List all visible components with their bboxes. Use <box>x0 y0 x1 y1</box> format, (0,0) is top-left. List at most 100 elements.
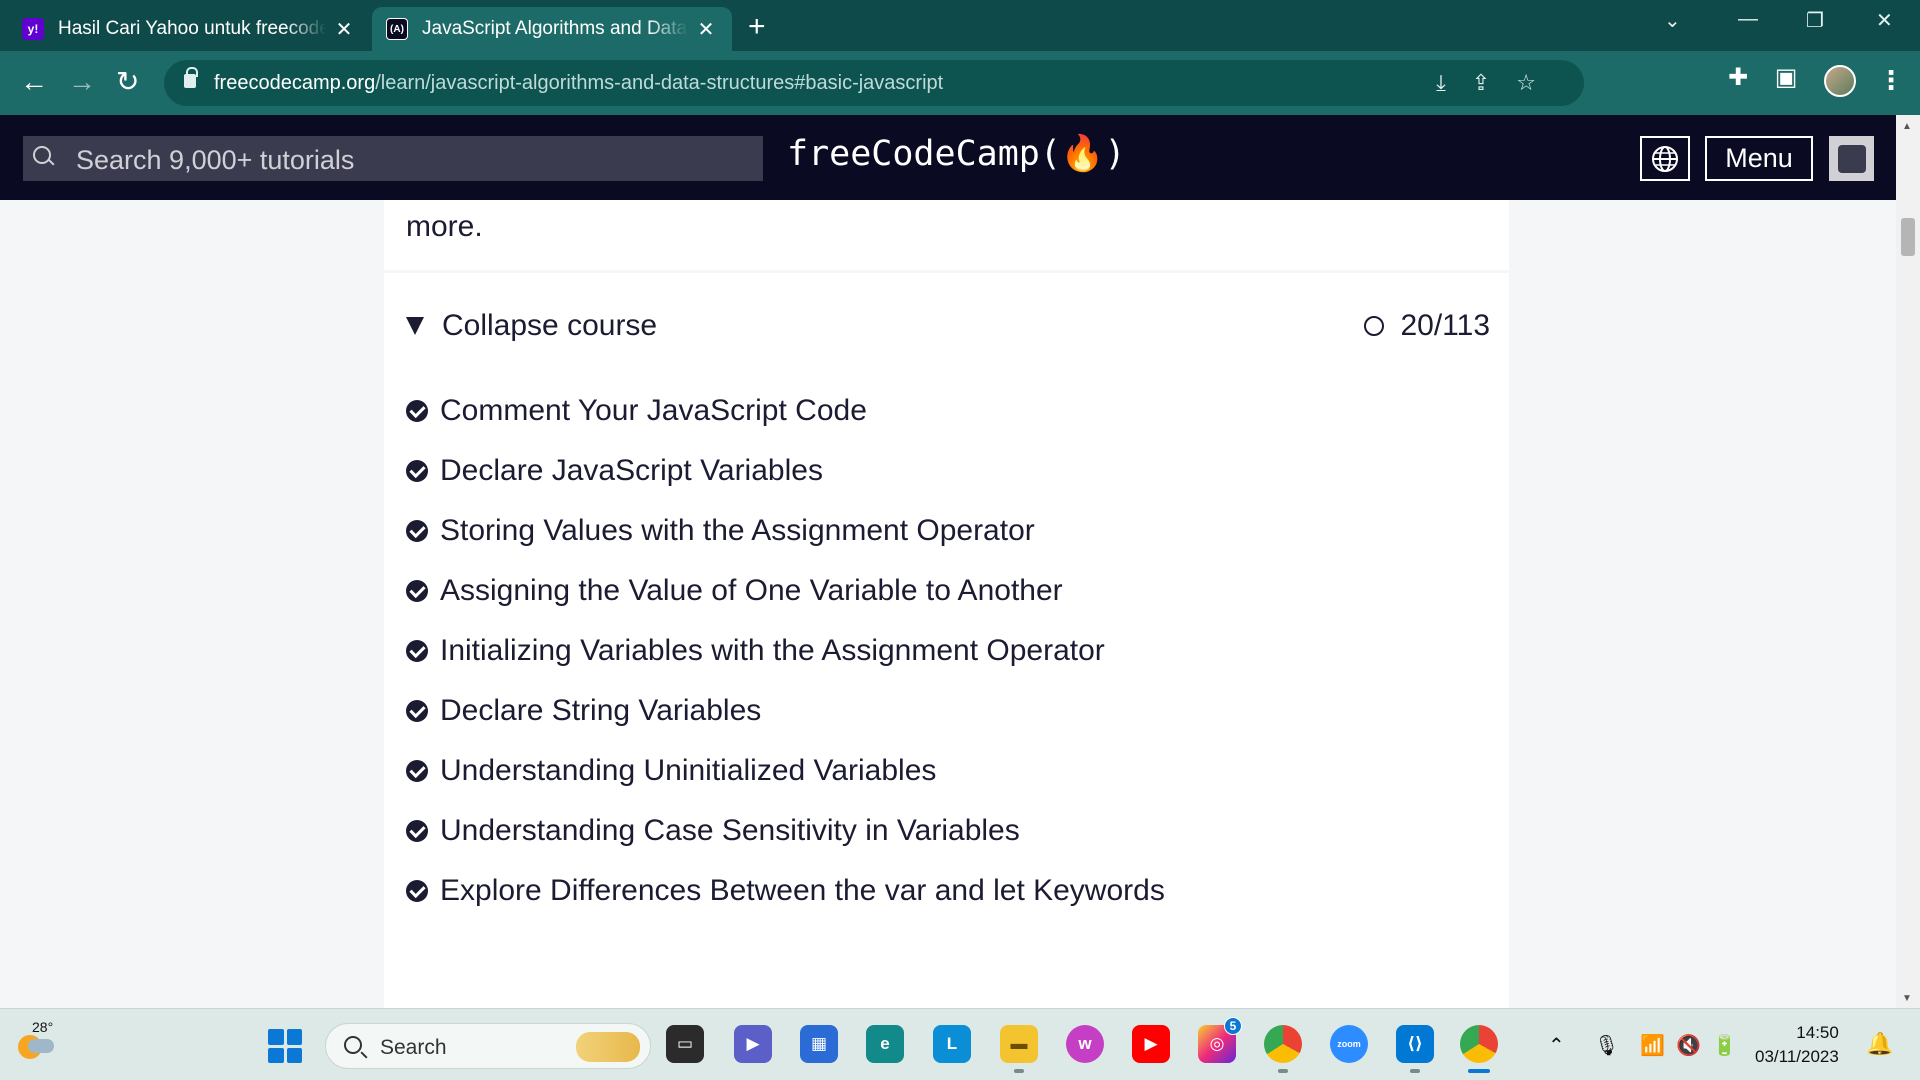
avatar-image <box>1837 144 1866 173</box>
l-app-icon[interactable]: L <box>933 1025 971 1063</box>
scroll-up-arrow-icon[interactable]: ▲ <box>1902 121 1912 132</box>
lesson-item[interactable]: Understanding Case Sensitivity in Variab… <box>406 811 1020 851</box>
teams-chat-icon[interactable]: ▶ <box>734 1025 772 1063</box>
lesson-item[interactable]: Assigning the Value of One Variable to A… <box>406 571 1063 611</box>
lesson-item[interactable]: Declare String Variables <box>406 691 761 731</box>
lesson-item[interactable]: Declare JavaScript Variables <box>406 451 823 491</box>
check-circle-icon <box>406 400 428 422</box>
check-circle-icon <box>406 880 428 902</box>
zoom-icon[interactable]: zoom <box>1330 1025 1368 1063</box>
search-placeholder: Search 9,000+ tutorials <box>76 145 355 175</box>
page-content: more. Collapse course 20/113 Comment You… <box>0 200 1896 1008</box>
scroll-down-arrow-icon[interactable]: ▼ <box>1902 993 1912 1004</box>
lesson-title: Understanding Uninitialized Variables <box>440 754 937 787</box>
lesson-item[interactable]: Initializing Variables with the Assignme… <box>406 631 1105 671</box>
chrome-profile-icon[interactable] <box>1264 1025 1302 1063</box>
site-logo[interactable]: freeCodeCamp(🔥) <box>787 133 1126 174</box>
minimize-button[interactable]: — <box>1738 8 1758 31</box>
collapse-course-label: Collapse course <box>442 309 658 342</box>
close-tab-icon[interactable]: ✕ <box>694 17 718 42</box>
collapse-label-group: Collapse course <box>406 309 657 343</box>
extensions-puzzle-icon[interactable]: ✚ <box>1728 64 1748 91</box>
check-circle-icon <box>406 760 428 782</box>
reload-icon[interactable]: ↻ <box>116 65 139 99</box>
language-button[interactable] <box>1640 136 1690 181</box>
app-running-indicator <box>1278 1069 1288 1073</box>
collapse-course-toggle[interactable]: Collapse course 20/113 <box>406 306 1490 346</box>
lock-icon[interactable] <box>184 67 198 88</box>
youtube-icon[interactable]: ▶ <box>1132 1025 1170 1063</box>
forward-arrow-icon[interactable]: → <box>68 65 96 99</box>
windows-start-icon[interactable] <box>268 1029 302 1063</box>
menu-button[interactable]: Menu <box>1705 136 1813 181</box>
instagram-icon[interactable]: ◎ 5 <box>1198 1017 1242 1063</box>
lesson-title: Declare JavaScript Variables <box>440 454 823 487</box>
check-circle-icon <box>406 700 428 722</box>
share-icon[interactable]: ⇪ <box>1472 70 1516 95</box>
profile-avatar[interactable] <box>1824 65 1856 97</box>
extensions-icons: ✚ ▣ <box>1728 63 1797 92</box>
freecodecamp-icon: (A) <box>386 18 408 40</box>
page-scrollbar[interactable]: ▲ ▼ <box>1896 115 1920 1008</box>
task-view-icon[interactable]: ▭ <box>666 1025 704 1063</box>
clock-time: 14:50 <box>1796 1023 1839 1042</box>
speaker-muted-icon[interactable]: 🔇 <box>1676 1033 1701 1058</box>
restore-button[interactable]: ❐ <box>1806 8 1824 33</box>
omnibox-actions: ⤓⇪☆ <box>1436 70 1562 96</box>
lesson-item[interactable]: Comment Your JavaScript Code <box>406 391 867 431</box>
back-arrow-icon[interactable]: ← <box>20 65 48 99</box>
temperature: 28° <box>32 1019 54 1035</box>
microsoft-store-icon[interactable]: ▦ <box>800 1025 838 1063</box>
lesson-item[interactable]: Understanding Uninitialized Variables <box>406 751 936 791</box>
bookmark-star-icon[interactable]: ☆ <box>1516 70 1562 95</box>
notification-bell-icon[interactable]: 🔔 <box>1866 1031 1893 1057</box>
cloud-icon <box>28 1039 54 1053</box>
install-app-icon[interactable]: ⤓ <box>1436 70 1472 95</box>
new-tab-button[interactable]: + <box>748 10 766 44</box>
taskbar-search-label: Search <box>380 1036 447 1059</box>
wifi-icon[interactable]: 📶 <box>1640 1033 1665 1058</box>
tab-freecodecamp[interactable]: (A) JavaScript Algorithms and Data Struc… <box>372 7 732 51</box>
show-hidden-icons-chevron-icon[interactable]: ⌃ <box>1548 1033 1565 1058</box>
vscode-icon[interactable]: ⟨⟩ <box>1396 1025 1434 1063</box>
wps-office-icon[interactable]: w <box>1066 1025 1104 1063</box>
tab-title: Hasil Cari Yahoo untuk freecodecamp <box>58 18 326 39</box>
course-intro-card: more. <box>384 200 1509 270</box>
check-circle-icon <box>406 820 428 842</box>
search-input[interactable]: Search 9,000+ tutorials <box>23 136 763 181</box>
browser-tab-strip: y! Hasil Cari Yahoo untuk freecodecamp ✕… <box>0 0 1920 51</box>
microphone-icon[interactable]: 🎙 <box>1594 1033 1619 1058</box>
lesson-item[interactable]: Explore Differences Between the var and … <box>406 871 1165 911</box>
close-window-button[interactable]: ✕ <box>1876 8 1893 33</box>
file-explorer-icon[interactable]: ▬ <box>1000 1025 1038 1063</box>
app-active-indicator <box>1468 1069 1490 1073</box>
check-circle-icon <box>406 580 428 602</box>
scrollbar-thumb[interactable] <box>1901 218 1915 256</box>
lesson-title: Initializing Variables with the Assignme… <box>440 634 1105 667</box>
tab-search-chevron-icon[interactable]: ⌄ <box>1664 8 1681 33</box>
edge-icon[interactable]: e <box>866 1025 904 1063</box>
lesson-title: Understanding Case Sensitivity in Variab… <box>440 814 1020 847</box>
progress-count: 20/113 <box>1400 309 1490 342</box>
lesson-title: Comment Your JavaScript Code <box>440 394 867 427</box>
site-navbar: Search 9,000+ tutorials freeCodeCamp(🔥) … <box>0 115 1896 200</box>
lesson-title: Declare String Variables <box>440 694 762 727</box>
user-avatar[interactable] <box>1829 136 1874 181</box>
chrome-active-icon[interactable] <box>1460 1025 1498 1063</box>
url-text[interactable]: freecodecamp.org/learn/javascript-algori… <box>214 72 943 95</box>
tab-title: JavaScript Algorithms and Data Structure… <box>422 18 688 39</box>
search-icon <box>344 1036 362 1054</box>
address-bar[interactable]: freecodecamp.org/learn/javascript-algori… <box>164 60 1584 106</box>
taskbar-clock[interactable]: 14:50 03/11/2023 <box>1755 1021 1839 1069</box>
close-tab-icon[interactable]: ✕ <box>332 17 356 42</box>
globe-icon <box>1652 145 1678 172</box>
side-panel-icon[interactable]: ▣ <box>1775 64 1798 91</box>
app-running-indicator <box>1014 1069 1024 1073</box>
tab-yahoo-search[interactable]: y! Hasil Cari Yahoo untuk freecodecamp ✕ <box>8 7 370 51</box>
lesson-item[interactable]: Storing Values with the Assignment Opera… <box>406 511 1035 551</box>
intro-text: more. <box>406 210 483 243</box>
check-circle-icon <box>406 460 428 482</box>
taskbar-search-box[interactable]: Search <box>325 1023 651 1069</box>
more-options-icon[interactable]: ⋮ <box>1878 65 1904 96</box>
battery-icon[interactable]: 🔋 <box>1712 1033 1737 1058</box>
